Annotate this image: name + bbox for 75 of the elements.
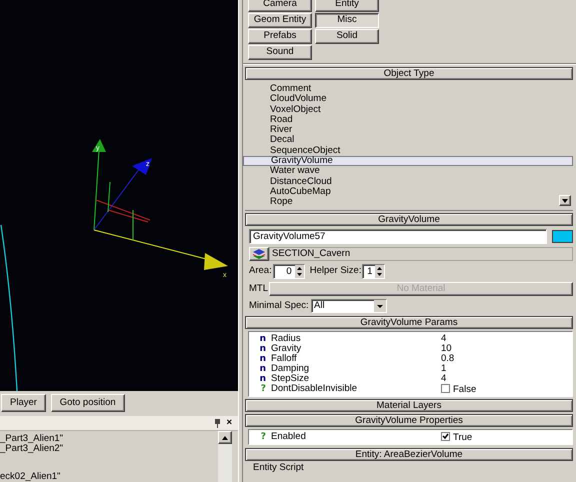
list-item[interactable]: VoxelObject [243, 104, 573, 115]
property-name: Radius [271, 334, 302, 344]
type-glyph: n [258, 334, 267, 344]
list-item[interactable]: Comment [243, 84, 573, 94]
down-arrow-icon [562, 198, 568, 202]
property-value: False [453, 384, 476, 395]
field-label: MTL [249, 284, 269, 294]
category-button[interactable]: Sound [248, 45, 312, 60]
up-arrow-icon [222, 436, 228, 440]
category-button[interactable]: Solid [315, 29, 379, 44]
field-label: Minimal Spec: [249, 300, 309, 312]
property-value: True [453, 432, 472, 443]
type-glyph: ? [260, 384, 267, 394]
scroll-down-button[interactable] [559, 195, 571, 206]
list-item[interactable]: CloudVolume [243, 94, 573, 105]
list-item[interactable]: Rope [243, 197, 573, 208]
section-header[interactable]: GravityVolume Params [245, 316, 573, 329]
category-button[interactable]: Camera [248, 0, 312, 12]
property-value: 1 [441, 364, 446, 374]
layer-name: SECTION_Cavern [269, 247, 573, 261]
spinner-arrows-icon[interactable] [294, 265, 304, 278]
scroll-up-button[interactable] [218, 431, 232, 444]
type-glyph: n [258, 354, 267, 364]
type-glyph: ? [260, 432, 267, 442]
checkbox[interactable] [441, 432, 450, 441]
list-item[interactable]: River [243, 125, 573, 136]
type-glyph: n [258, 374, 267, 384]
checkbox[interactable] [441, 384, 450, 393]
list-item[interactable]: DistanceCloud [243, 176, 573, 187]
area-spinner[interactable]: 0 [272, 264, 305, 279]
type-glyph: n [258, 364, 267, 374]
spinner-arrows-icon[interactable] [375, 265, 384, 278]
property-value: 4 [441, 374, 446, 384]
console-line: eck02_Alien1" [0, 472, 62, 482]
section-header[interactable]: Object Type [245, 67, 573, 80]
property-value: 4 [441, 334, 446, 344]
property-value: 0.8 [441, 354, 454, 364]
panel-splitter[interactable] [238, 0, 243, 482]
category-button[interactable]: Prefabs [248, 29, 312, 44]
category-button[interactable]: Geom Entity [248, 13, 312, 28]
property-name: DontDisableInvisible [271, 384, 358, 394]
property-name: Damping [271, 364, 310, 374]
type-glyph: n [258, 344, 267, 354]
list-item[interactable]: Road [243, 114, 573, 126]
list-item[interactable]: Decal [243, 135, 573, 146]
toolbar-button[interactable]: Goto position [50, 394, 125, 412]
section-header[interactable]: GravityVolume [245, 213, 573, 226]
layers-icon [253, 249, 265, 259]
color-swatch[interactable] [552, 230, 573, 243]
field-label: Helper Size: [310, 266, 362, 277]
field-label: Area: [249, 266, 272, 277]
list-item[interactable]: Water wave [243, 166, 573, 177]
property-value: 10 [441, 344, 452, 354]
toolbar-button[interactable]: Player [1, 394, 46, 412]
console-line: _Part3_Alien2" [0, 444, 64, 454]
property-name: Falloff [271, 354, 298, 364]
spec-dropdown[interactable]: All [311, 299, 388, 313]
layer-button[interactable] [249, 247, 269, 261]
name-field[interactable]: GravityVolume57 [249, 229, 548, 244]
section-header[interactable]: Entity: AreaBezierVolume [245, 448, 573, 461]
section-header[interactable]: GravityVolume Properties [245, 414, 573, 427]
section-header[interactable]: Material Layers [245, 399, 573, 412]
list-item[interactable]: GravityVolume [243, 156, 573, 166]
category-button[interactable]: Misc [315, 13, 379, 28]
console-line: _Part3_Alien1" [0, 434, 64, 444]
property-name: Gravity [271, 344, 302, 354]
axis-gizmo-drawing[interactable] [92, 139, 228, 270]
section-label: Entity Script [252, 463, 305, 472]
property-name: StepSize [271, 374, 310, 384]
property-name: Enabled [271, 432, 307, 442]
list-item[interactable]: AutoCubeMap [243, 186, 573, 198]
list-item[interactable]: SequenceObject [243, 146, 573, 156]
pin-icon[interactable] [214, 418, 222, 428]
close-button[interactable]: × [226, 418, 232, 428]
helper-size-spinner[interactable]: 1 [362, 264, 386, 279]
